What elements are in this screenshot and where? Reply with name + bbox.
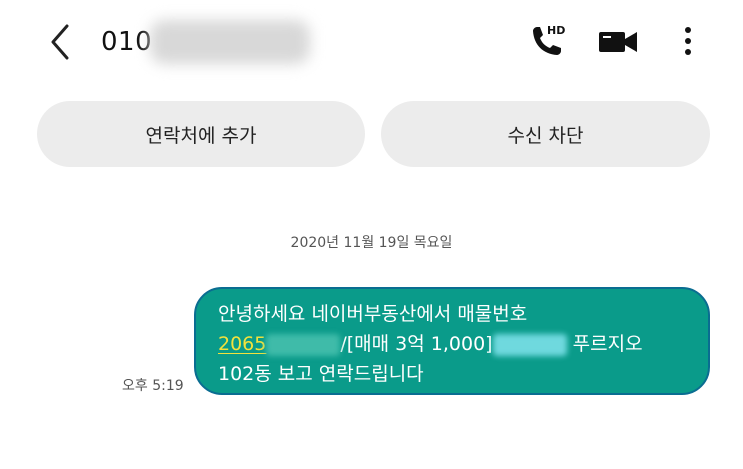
add-contact-button[interactable]: 연락처에 추가 xyxy=(37,101,365,167)
message-bubble[interactable]: 안녕하세요 네이버부동산에서 매물번호 2065/[매매 3억 1,000] 푸… xyxy=(194,287,710,395)
block-label: 수신 차단 xyxy=(507,124,584,147)
hd-voice-call-button[interactable]: HD xyxy=(527,18,569,64)
price-text: /[매매 3억 1,000] xyxy=(340,333,493,355)
chevron-left-icon xyxy=(51,24,69,60)
listing-number-link[interactable]: 2065 xyxy=(218,333,341,356)
more-options-button[interactable] xyxy=(674,18,702,64)
more-vertical-icon xyxy=(685,27,691,55)
message-time: 오후 5:19 xyxy=(122,378,184,394)
hd-voice-call-icon: HD xyxy=(533,24,565,55)
redacted-listing-number xyxy=(266,333,341,356)
redacted-phone-number xyxy=(150,20,310,64)
message-line-3: 102동 보고 연락드립니다 xyxy=(218,363,424,385)
video-call-icon xyxy=(599,32,637,52)
message-line-2: 2065/[매매 3억 1,000] 푸르지오 xyxy=(218,329,686,359)
add-contact-label: 연락처에 추가 xyxy=(145,124,257,147)
date-divider: 2020년 11월 19일 목요일 xyxy=(290,235,453,251)
message-line-1: 안녕하세요 네이버부동산에서 매물번호 xyxy=(218,303,528,325)
apartment-name: 푸르지오 xyxy=(572,333,643,355)
redacted-address xyxy=(492,333,567,356)
block-button[interactable]: 수신 차단 xyxy=(381,101,710,167)
svg-text:HD: HD xyxy=(547,24,565,37)
video-call-button[interactable] xyxy=(596,18,640,64)
phone-number-title: 010 xyxy=(101,27,153,57)
back-button[interactable] xyxy=(40,20,80,64)
